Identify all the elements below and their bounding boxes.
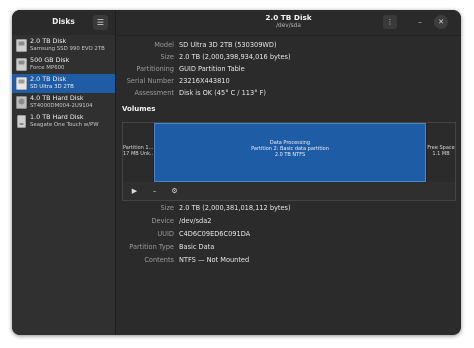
disk-model: Samsung SSD 990 EVO 2TB <box>30 46 105 52</box>
value: 2.0 TB (2,000,398,934,016 bytes) <box>179 53 291 61</box>
disk-name: 2.0 TB Disk <box>30 37 67 45</box>
disk-item-sd-ultra[interactable]: 2.0 TB Disk SD Ultra 3D 2TB <box>12 74 115 93</box>
volume-map: Partition 1... 17 MB Unk... Data Process… <box>122 122 456 183</box>
partition-detail: 1.1 MB <box>432 151 450 157</box>
value: GUID Partition Table <box>179 65 245 73</box>
minimize-button[interactable]: – <box>413 15 427 29</box>
info-row-size: Size 2.0 TB (2,000,398,934,016 bytes) <box>116 53 461 63</box>
label: Assessment <box>134 89 174 97</box>
info-row-partitioning: Partitioning GUID Partition Table <box>116 65 461 75</box>
usb-drive-icon <box>17 115 26 128</box>
label: Size <box>160 204 174 212</box>
value: C4D6C09ED6C091DA <box>179 230 251 238</box>
info-row-serial: Serial Number 23216X443810 <box>116 77 461 87</box>
part-row-uuid: UUID C4D6C09ED6C091DA <box>116 230 461 240</box>
value: NTFS — Not Mounted <box>179 256 250 264</box>
label: Contents <box>144 256 174 264</box>
volumes-title: Volumes <box>122 105 156 113</box>
part-row-device: Device /dev/sda2 <box>116 217 461 227</box>
disk-item-seagate-hdd[interactable]: 4.0 TB Hard Disk ST4000DM004-2U9104 <box>12 93 115 112</box>
kebab-menu-icon[interactable]: ⋮ <box>383 15 397 29</box>
label: Serial Number <box>126 77 174 85</box>
free-space-block[interactable]: Free Space 1.1 MB <box>427 123 455 182</box>
header-bar: 2.0 TB Disk /dev/sda ⋮ – ✕ <box>116 10 461 36</box>
partition-1-block[interactable]: Partition 1... 17 MB Unk... <box>123 123 153 182</box>
info-row-model: Model SD Ultra 3D 2TB (530309WD) <box>116 41 461 51</box>
part-row-type: Partition Type Basic Data <box>116 243 461 253</box>
label: Device <box>151 217 174 225</box>
part-row-size: Size 2.0 TB (2,000,381,018,112 bytes) <box>116 204 461 214</box>
play-icon[interactable]: ▶ <box>126 184 143 198</box>
value: 23216X443810 <box>179 77 230 85</box>
disk-model: Force MP600 <box>30 65 65 71</box>
label: Partitioning <box>136 65 174 73</box>
close-button[interactable]: ✕ <box>434 15 448 29</box>
disk-name: 4.0 TB Hard Disk <box>30 94 84 102</box>
main-pane: 2.0 TB Disk /dev/sda ⋮ – ✕ Model SD Ultr… <box>116 10 461 335</box>
gears-icon[interactable]: ⚙ <box>166 184 183 198</box>
info-row-assessment: Assessment Disk is OK (45° C / 113° F) <box>116 89 461 99</box>
value: Basic Data <box>179 243 215 251</box>
disk-model: Seagate One Touch w/PW <box>30 122 99 128</box>
sidebar-header: Disks ☰ <box>12 10 115 35</box>
page-title: 2.0 TB Disk <box>265 13 312 22</box>
disk-name: 1.0 TB Hard Disk <box>30 113 84 121</box>
disk-item-force[interactable]: 500 GB Disk Force MP600 <box>12 55 115 74</box>
disk-name: 500 GB Disk <box>30 56 70 64</box>
disks-window: Disks ☰ 2.0 TB Disk Samsung SSD 990 EVO … <box>12 10 461 335</box>
disk-model: ST4000DM004-2U9104 <box>30 103 93 109</box>
page-subtitle: /dev/sda <box>276 23 301 29</box>
volume-toolbar: ▶ – ⚙ <box>122 182 456 201</box>
label: Size <box>160 53 174 61</box>
label: Model <box>154 41 174 49</box>
disk-item-samsung[interactable]: 2.0 TB Disk Samsung SSD 990 EVO 2TB <box>12 36 115 55</box>
hamburger-icon[interactable]: ☰ <box>93 15 108 30</box>
part-row-contents: Contents NTFS — Not Mounted <box>116 256 461 266</box>
disk-item-seagate-one-touch[interactable]: 1.0 TB Hard Disk Seagate One Touch w/PW <box>12 112 115 131</box>
partition-detail: 17 MB Unk... <box>123 151 153 157</box>
ssd-icon <box>16 39 27 52</box>
hard-disk-icon <box>16 96 27 109</box>
label: Partition Type <box>129 243 174 251</box>
value: 2.0 TB (2,000,381,018,112 bytes) <box>179 204 291 212</box>
ssd-icon <box>16 77 27 90</box>
minus-icon[interactable]: – <box>146 184 163 198</box>
disk-name: 2.0 TB Disk <box>30 75 67 83</box>
disk-model: SD Ultra 3D 2TB <box>30 84 74 90</box>
label: UUID <box>157 230 174 238</box>
partition-size: 2.0 TB NTFS <box>274 152 306 158</box>
sidebar: Disks ☰ 2.0 TB Disk Samsung SSD 990 EVO … <box>12 10 116 335</box>
value: /dev/sda2 <box>179 217 212 225</box>
value: Disk is OK (45° C / 113° F) <box>179 89 266 97</box>
value: SD Ultra 3D 2TB (530309WD) <box>179 41 277 49</box>
ssd-icon <box>16 58 27 71</box>
partition-2-block[interactable]: Data Processing Partition 2: Basic data … <box>154 123 426 182</box>
